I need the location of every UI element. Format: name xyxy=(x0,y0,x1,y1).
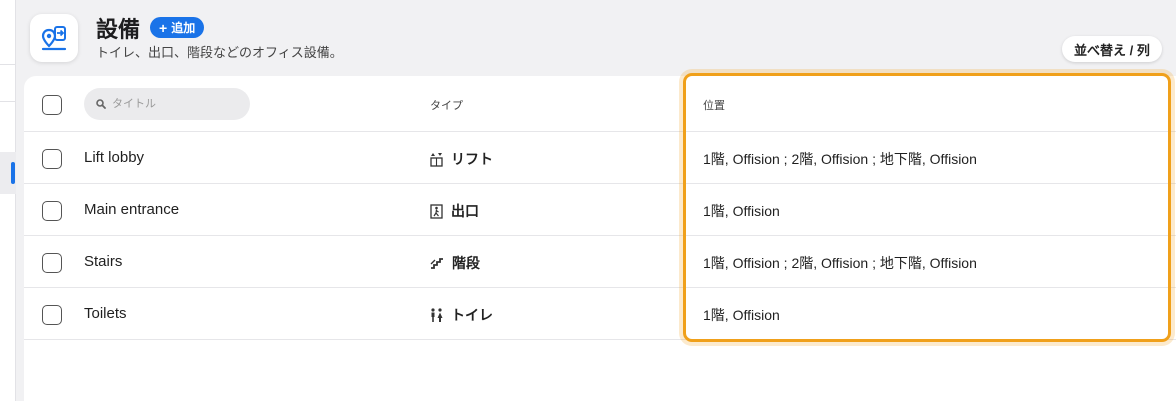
row-checkbox[interactable] xyxy=(42,253,62,273)
row-location: 1階, Offision ; 2階, Offision ; 地下階, Offis… xyxy=(703,151,977,167)
page-title: 設備 xyxy=(96,17,141,42)
select-all-checkbox[interactable] xyxy=(42,95,62,115)
facilities-table: タイプ 位置 Lift lobby リフト 1階, Offision ; 2階,… xyxy=(24,76,1176,401)
row-title[interactable]: Main entrance xyxy=(84,201,179,218)
row-title[interactable]: Stairs xyxy=(84,253,122,270)
table-header-row: タイプ 位置 xyxy=(24,76,1176,132)
elevator-icon xyxy=(430,152,443,167)
row-title[interactable]: Lift lobby xyxy=(84,149,144,166)
row-location: 1階, Offision xyxy=(703,307,780,323)
sidebar-divider xyxy=(0,64,16,65)
table-row[interactable]: Lift lobby リフト 1階, Offision ; 2階, Offisi… xyxy=(24,132,1176,184)
location-column-header[interactable]: 位置 xyxy=(703,97,725,113)
row-type-label: トイレ xyxy=(451,307,493,323)
sidebar xyxy=(0,0,16,401)
sidebar-divider xyxy=(0,101,16,102)
row-type: 階段 xyxy=(430,253,480,273)
table-row[interactable]: Main entrance 出口 1階, Offision xyxy=(24,184,1176,236)
toilet-icon xyxy=(431,307,443,322)
search-icon xyxy=(96,99,106,109)
row-type: リフト xyxy=(430,149,493,169)
row-type-label: 階段 xyxy=(452,255,480,271)
page-subtitle: トイレ、出口、階段などのオフィス設備。 xyxy=(96,45,343,60)
map-pin-exit-icon xyxy=(41,26,67,51)
row-checkbox[interactable] xyxy=(42,201,62,221)
row-location: 1階, Offision ; 2階, Offision ; 地下階, Offis… xyxy=(703,255,977,271)
row-type-label: 出口 xyxy=(451,203,479,219)
type-column-header[interactable]: タイプ xyxy=(430,97,463,113)
table-row[interactable]: Stairs 階段 1階, Offision ; 2階, Offision ; … xyxy=(24,236,1176,288)
sort-columns-button[interactable]: 並べ替え / 列 xyxy=(1062,36,1162,62)
row-location: 1階, Offision xyxy=(703,203,780,219)
exit-icon xyxy=(430,203,443,219)
row-type: 出口 xyxy=(430,201,479,221)
row-checkbox[interactable] xyxy=(42,305,62,325)
row-type-label: リフト xyxy=(451,151,493,167)
sidebar-selection-indicator xyxy=(11,162,15,184)
add-button[interactable]: + 追加 xyxy=(150,17,205,38)
search-input[interactable] xyxy=(112,98,232,110)
facilities-app-icon xyxy=(30,14,78,62)
row-title[interactable]: Toilets xyxy=(84,305,127,322)
row-type: トイレ xyxy=(430,305,493,325)
add-button-label: 追加 xyxy=(171,21,196,35)
table-row[interactable]: Toilets トイレ 1階, Offision xyxy=(24,288,1176,340)
row-checkbox[interactable] xyxy=(42,149,62,169)
stairs-icon xyxy=(430,258,443,269)
title-search[interactable] xyxy=(84,88,250,120)
plus-icon: + xyxy=(159,19,168,36)
